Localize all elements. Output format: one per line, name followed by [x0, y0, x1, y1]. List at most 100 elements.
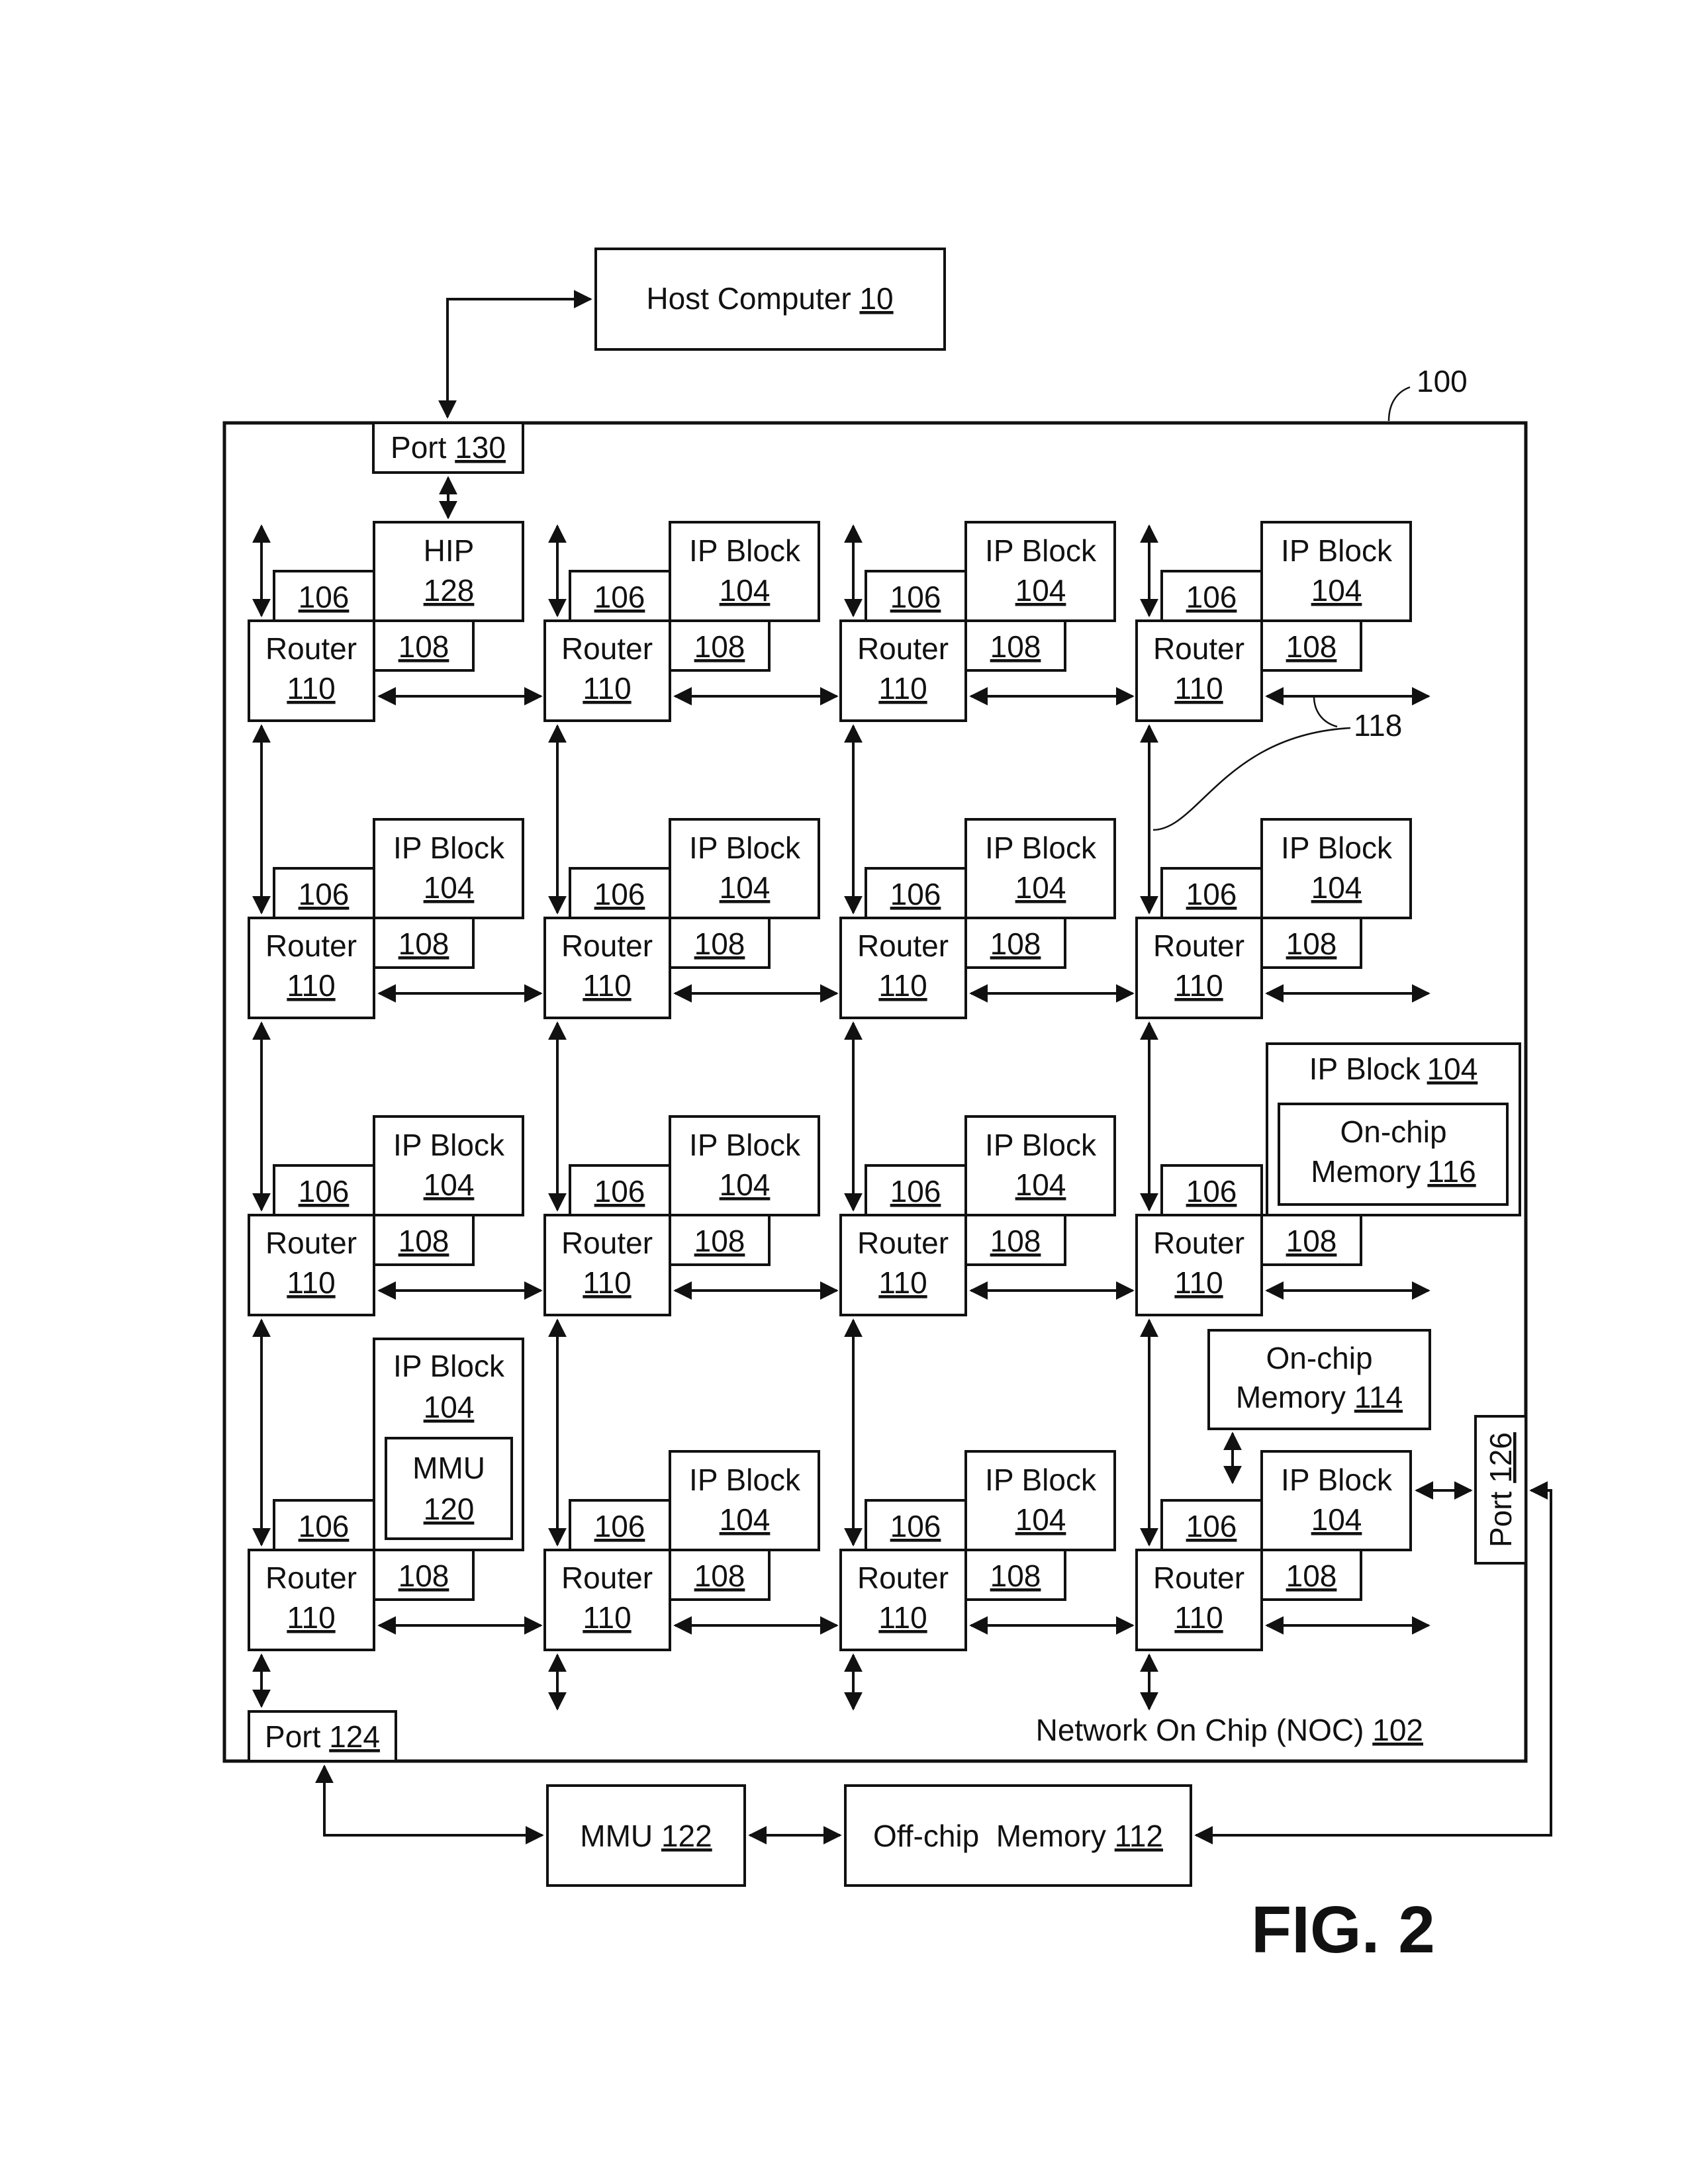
- ni-ref: 106: [594, 877, 645, 911]
- mc-ref: 108: [990, 927, 1041, 961]
- comm-controller-108: 108: [669, 1549, 771, 1601]
- tile: IP Block 104 MMU 120 106 Router 110 108: [248, 1318, 543, 1708]
- svg-text:Host Computer 10: Host Computer 10: [646, 281, 893, 316]
- comm-controller-108: 108: [669, 917, 771, 969]
- ni-ref: 106: [299, 1509, 350, 1543]
- router: Router 110: [1135, 619, 1263, 722]
- router-ref: 110: [583, 671, 631, 705]
- ni-ref: 106: [890, 877, 941, 911]
- router-ref: 110: [1174, 968, 1223, 1003]
- ni-ref: 106: [1186, 877, 1237, 911]
- link-118-leader: [1152, 727, 1351, 831]
- link-ref-label: 118: [1354, 708, 1402, 743]
- ip-block-ref: 104: [720, 1502, 771, 1537]
- comm-controller-108: 108: [964, 1549, 1066, 1601]
- system-ref-label: 100: [1417, 364, 1468, 398]
- port-130: Port 130: [372, 422, 524, 474]
- router: Router 110: [839, 1214, 967, 1316]
- tile: IP Block 104 106 Router 110 108: [543, 521, 839, 722]
- ip-block: IP Block 104: [373, 818, 524, 919]
- router-name: Router: [265, 929, 357, 963]
- ip-block-name: IP Block: [985, 831, 1097, 865]
- network-interface-106: 106: [1160, 867, 1263, 919]
- ip-block-ref: 104: [424, 870, 475, 905]
- hip-name: HIP: [424, 533, 475, 568]
- router: Router 110: [1135, 917, 1263, 1019]
- router: Router 110: [1135, 1214, 1263, 1316]
- ni-ref: 106: [1186, 580, 1237, 614]
- ip-block: IP Block 104: [1260, 521, 1412, 622]
- router-name: Router: [265, 1226, 357, 1260]
- host-to-port130-link: [438, 290, 592, 419]
- router: Router 110: [543, 619, 671, 722]
- router-ref: 110: [1174, 1600, 1223, 1635]
- noc-diagram: Host Computer 10 100 Network On Chip (NO…: [222, 248, 1552, 1967]
- mc-ref: 108: [399, 1224, 449, 1258]
- router-name: Router: [561, 929, 653, 963]
- network-interface-106: 106: [865, 1164, 967, 1216]
- ip-block: IP Block 104: [669, 1115, 820, 1216]
- ip-block: IP Block 104: [669, 521, 820, 622]
- mmu-122: MMU 122: [546, 1784, 746, 1887]
- comm-controller-108: 108: [964, 917, 1066, 969]
- ip-block-ref: 104: [424, 1390, 475, 1424]
- comm-controller-108: 108: [373, 619, 475, 672]
- ip-block-name: IP Block: [1281, 533, 1393, 568]
- router-ref: 110: [878, 671, 927, 705]
- ip-block: IP Block 104: [964, 818, 1116, 919]
- router-name: Router: [1153, 631, 1244, 666]
- router: Router 110: [248, 1549, 375, 1651]
- ni-ref: 106: [594, 1174, 645, 1208]
- tile: IP Block 104 106 Router 110 108: [1135, 724, 1430, 1019]
- ip-block-with-memory: IP Block 104 On-chip Memory 116: [1266, 1042, 1521, 1216]
- tile: IP Block 104 106 Router 110 108: [248, 724, 543, 1019]
- ip-block-name: IP Block: [689, 533, 801, 568]
- mc-ref: 108: [399, 1559, 449, 1593]
- comm-controller-108: 108: [373, 1549, 475, 1601]
- mc-ref: 108: [399, 629, 449, 664]
- comm-controller-108: 108: [964, 619, 1066, 672]
- ip-block-name: IP Block: [689, 1463, 801, 1497]
- comm-controller-108: 108: [669, 619, 771, 672]
- router: Router 110: [543, 917, 671, 1019]
- mmu120-name: MMU: [412, 1451, 485, 1485]
- tile: IP Block 104 106 Router 110 108: [839, 521, 1135, 722]
- noc-label: Network On Chip (NOC) 102: [1036, 1713, 1423, 1747]
- network-interface-106: 106: [865, 867, 967, 919]
- network-interface-106: 106: [865, 1499, 967, 1551]
- svg-text:Port 124: Port 124: [265, 1719, 380, 1754]
- router: Router 110: [543, 1214, 671, 1316]
- tile: IP Block 104 106 Router 110 108: [543, 1021, 839, 1316]
- router-name: Router: [1153, 1226, 1244, 1260]
- ni-ref: 106: [299, 877, 350, 911]
- network-interface-106: 106: [1160, 570, 1263, 622]
- comm-controller-108: 108: [1260, 1214, 1362, 1266]
- comm-controller-108: 108: [1260, 917, 1362, 969]
- router-name: Router: [561, 631, 653, 666]
- ip-block-ref: 104: [1311, 870, 1362, 905]
- ip-block-ref: 104: [720, 573, 771, 608]
- router-ref: 110: [878, 968, 927, 1003]
- ip-block-name: IP Block: [1281, 831, 1393, 865]
- host-computer-ref: 10: [859, 281, 893, 316]
- comm-controller-108: 108: [373, 1214, 475, 1266]
- comm-controller-108: 108: [1260, 619, 1362, 672]
- svg-text:MMU 122: MMU 122: [580, 1819, 712, 1853]
- router: Router 110: [839, 1549, 967, 1651]
- mc-ref: 108: [1286, 629, 1337, 664]
- router-name: Router: [561, 1226, 653, 1260]
- router-ref: 110: [287, 968, 335, 1003]
- svg-text:On-chip: On-chip: [1266, 1341, 1372, 1375]
- router: Router 110: [248, 1214, 375, 1316]
- router-ref: 110: [1174, 1265, 1223, 1300]
- network-interface-106: 106: [569, 570, 671, 622]
- router: Router 110: [248, 917, 375, 1019]
- mmu-120: MMU 120: [385, 1437, 513, 1540]
- router-ref: 110: [287, 1600, 335, 1635]
- tile: IP Block 104 On-chip Memory 116 106 Router 110 1…: [1135, 1021, 1521, 1316]
- tile: IP Block 104 106 Router 110 108: [839, 1021, 1135, 1316]
- network-interface-106: 106: [569, 1164, 671, 1216]
- mmu120-ref: 120: [424, 1492, 475, 1526]
- mc-ref: 108: [1286, 927, 1337, 961]
- router-name: Router: [857, 1561, 949, 1595]
